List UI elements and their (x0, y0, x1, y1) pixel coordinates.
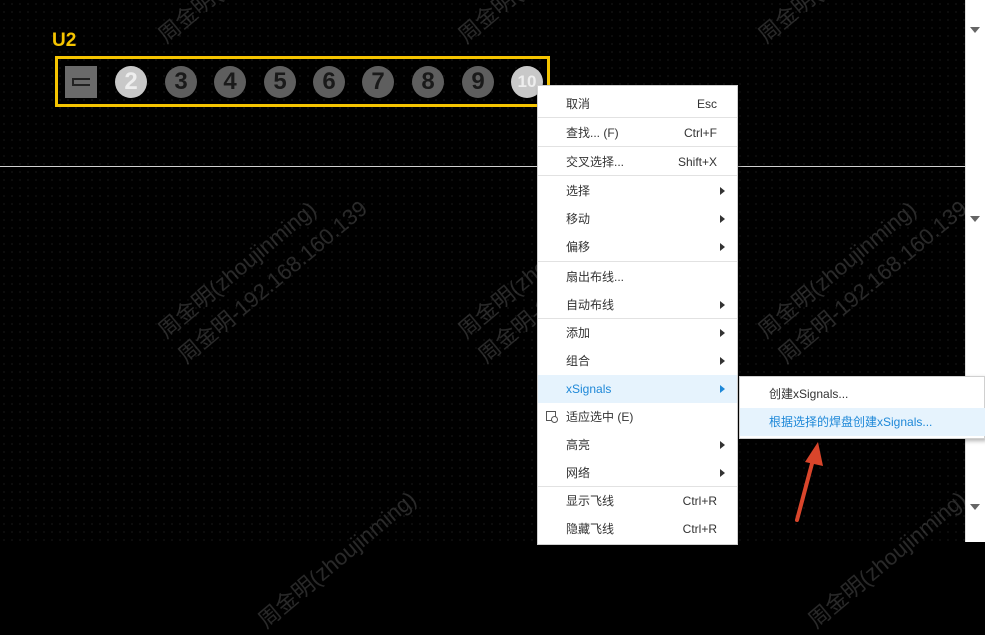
annotation-arrow-icon (795, 442, 823, 522)
